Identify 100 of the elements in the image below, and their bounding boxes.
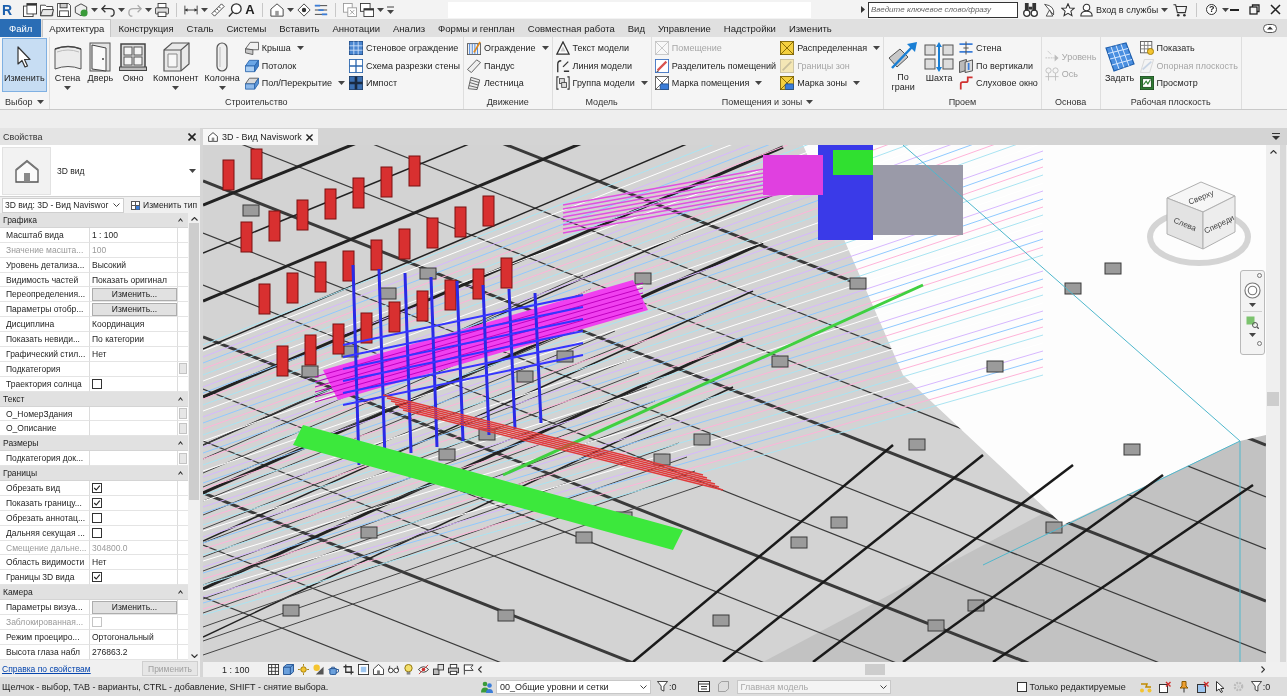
- property-value[interactable]: Нет: [90, 555, 178, 571]
- house-icon[interactable]: [372, 664, 384, 675]
- category-header[interactable]: Границы: [0, 466, 188, 482]
- caret-icon[interactable]: [1249, 303, 1256, 307]
- crossed-box-icon[interactable]: [1196, 680, 1209, 693]
- checkbox[interactable]: [92, 527, 102, 538]
- close-icon[interactable]: [1270, 4, 1281, 15]
- ribbon-button[interactable]: Показать: [1138, 39, 1239, 57]
- ribbon-button[interactable]: Распределенная: [779, 39, 882, 57]
- ribbon-button[interactable]: Марка зоны: [779, 74, 882, 92]
- shadow-icon[interactable]: [312, 664, 324, 675]
- right-triangle-icon[interactable]: [861, 6, 865, 13]
- workset-dropdown[interactable]: 00_Общие уровни и сетки: [496, 679, 651, 694]
- property-value[interactable]: Нет: [90, 347, 178, 362]
- property-value-field[interactable]: [90, 361, 178, 377]
- collapse-icon[interactable]: [178, 396, 183, 401]
- ribbon-button[interactable]: Просмотр: [1138, 74, 1239, 92]
- caret-icon[interactable]: [806, 100, 814, 104]
- ribbon-button[interactable]: Колонна: [202, 38, 242, 92]
- minimize-icon[interactable]: [1230, 8, 1239, 11]
- scroll-up-icon[interactable]: [190, 217, 198, 221]
- pin-icon[interactable]: [1177, 680, 1190, 693]
- checkbox[interactable]: [92, 378, 102, 389]
- glasses-icon[interactable]: [387, 664, 399, 675]
- property-value[interactable]: Высокий: [90, 257, 178, 273]
- ribbon-tab[interactable]: Анализ: [387, 19, 432, 37]
- people-icon[interactable]: [481, 680, 493, 693]
- ribbon-button[interactable]: Компонент: [151, 38, 201, 92]
- close-icon[interactable]: [188, 132, 196, 141]
- undo-icon[interactable]: [101, 2, 116, 17]
- cube-icon[interactable]: [282, 664, 294, 675]
- view-tab[interactable]: 3D - Вид Naviswork: [203, 129, 318, 145]
- windows-icon[interactable]: [359, 2, 374, 17]
- lines-icon[interactable]: [313, 2, 328, 17]
- circle-icon[interactable]: [1257, 341, 1262, 346]
- help-link[interactable]: Справка по свойствам: [2, 663, 91, 674]
- scroll-thumb[interactable]: [864, 664, 885, 675]
- crossed-box-icon[interactable]: [1158, 680, 1171, 693]
- checkbox[interactable]: [92, 572, 102, 583]
- property-value[interactable]: Показать оригинал: [90, 272, 178, 288]
- ribbon-button[interactable]: Линия модели: [554, 56, 649, 75]
- ribbon-button[interactable]: Слуховое окно: [958, 74, 1039, 92]
- checkbox[interactable]: [1016, 681, 1027, 692]
- ribbon-tab[interactable]: Файл: [0, 19, 42, 37]
- caret-icon[interactable]: [118, 7, 126, 12]
- property-value[interactable]: 276863.2: [90, 644, 178, 660]
- ribbon-button[interactable]: Текст модели: [554, 39, 649, 57]
- scroll-up-icon[interactable]: [1269, 150, 1277, 154]
- ribbon-tab[interactable]: Архитектура: [42, 19, 112, 37]
- caret-icon[interactable]: [1249, 333, 1256, 337]
- crop-frame-icon[interactable]: [357, 664, 369, 675]
- text-button[interactable]: A: [245, 2, 255, 17]
- ribbon-tab[interactable]: Управление: [651, 19, 717, 37]
- ribbon-button[interactable]: Стена: [958, 39, 1039, 57]
- house-icon[interactable]: [269, 2, 284, 17]
- instance-dropdown[interactable]: 3D вид: 3D - Вид Naviswor: [2, 197, 125, 213]
- caret-icon[interactable]: [201, 7, 209, 12]
- ribbon-tab[interactable]: Надстройки: [717, 19, 782, 37]
- stacked-cubes-icon[interactable]: [432, 664, 444, 675]
- property-value[interactable]: Ортогональный: [90, 629, 178, 645]
- checkbox[interactable]: [92, 497, 102, 508]
- property-value[interactable]: 1 : 100: [90, 227, 178, 243]
- collapse-icon[interactable]: [178, 441, 183, 446]
- collapse-icon[interactable]: [178, 471, 183, 476]
- ribbon-button[interactable]: Пандус: [465, 56, 550, 75]
- ribbon-tab[interactable]: Системы: [220, 19, 273, 37]
- checkbox[interactable]: [92, 512, 102, 523]
- crop-icon[interactable]: [342, 664, 354, 675]
- filter-icon[interactable]: [657, 681, 668, 692]
- ribbon-tab[interactable]: Вставить: [273, 19, 326, 37]
- ribbon-tab[interactable]: Сталь: [180, 19, 220, 37]
- binoculars-icon[interactable]: [1023, 2, 1038, 17]
- toggle-icon[interactable]: [1263, 23, 1277, 33]
- printer-icon[interactable]: [447, 664, 459, 675]
- ribbon-tab[interactable]: Аннотации: [326, 19, 386, 37]
- window-stack-icon[interactable]: [23, 2, 38, 17]
- ribbon-button[interactable]: Марка помещения: [653, 74, 778, 92]
- ribbon-button[interactable]: Потолок: [243, 56, 346, 75]
- folder-icon[interactable]: [40, 2, 55, 17]
- tab-list-icon[interactable]: [1272, 133, 1280, 140]
- collapse-icon[interactable]: [178, 217, 183, 222]
- ribbon-tab[interactable]: Формы и генплан: [432, 19, 521, 37]
- ribbon-button[interactable]: Задать: [1102, 38, 1137, 92]
- scroll-left-icon[interactable]: [477, 666, 482, 673]
- help-button[interactable]: ?: [1206, 4, 1218, 15]
- type-selector[interactable]: 3D вид: [0, 145, 200, 197]
- scroll-thumb[interactable]: [189, 223, 199, 500]
- category-header[interactable]: Графика: [0, 213, 188, 228]
- ribbon-button[interactable]: Ограждение: [465, 39, 550, 57]
- scroll-down-icon[interactable]: [190, 654, 198, 658]
- scroll-thumb[interactable]: [1267, 392, 1279, 406]
- ribbon-button[interactable]: Схема разрезки стены: [347, 56, 461, 75]
- ribbon-button[interactable]: По грани: [886, 38, 921, 92]
- flag-icon[interactable]: [462, 664, 474, 675]
- cart-icon[interactable]: [1173, 2, 1188, 17]
- ribbon-button[interactable]: Импост: [347, 74, 461, 92]
- ribbon-tab[interactable]: Изменить: [782, 19, 838, 37]
- ribbon-button[interactable]: Стена: [51, 38, 84, 92]
- edit-button[interactable]: Изменить...: [92, 302, 177, 316]
- list-window-icon[interactable]: [697, 681, 710, 692]
